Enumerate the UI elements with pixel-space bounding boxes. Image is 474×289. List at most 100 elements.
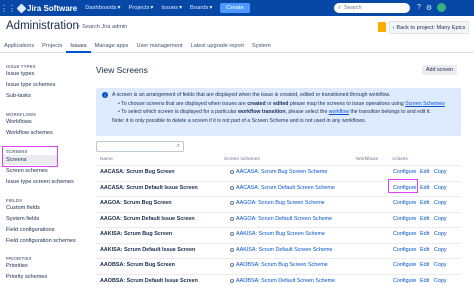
column-header-workflows: Workflows bbox=[356, 157, 379, 162]
nav-boards[interactable]: Boards ▾ bbox=[190, 5, 212, 11]
copy-link[interactable]: Copy bbox=[434, 169, 447, 175]
tab-issues[interactable]: Issues bbox=[66, 41, 91, 53]
sidebar-item-issue-types[interactable]: Issue types bbox=[6, 71, 34, 77]
app-grid-icon[interactable]: ⋮⋮ bbox=[0, 0, 16, 16]
configure-link[interactable]: Configure bbox=[393, 200, 416, 206]
edit-link[interactable]: Edit bbox=[420, 247, 429, 253]
edit-link[interactable]: Edit bbox=[420, 169, 429, 175]
configure-link[interactable]: Configure bbox=[393, 169, 416, 175]
help-icon[interactable]: ? bbox=[417, 4, 421, 11]
sidebar-item-system-fields[interactable]: System fields bbox=[6, 216, 39, 222]
sidebar-item-issue-type-schemes[interactable]: Issue type schemes bbox=[6, 82, 55, 88]
page-title: View Screens bbox=[96, 65, 148, 75]
screen-scheme-link[interactable]: AAOBSA: Scrum Bug Screen Scheme bbox=[230, 262, 328, 268]
screen-name: AAOBSA: Scrum Default Issue Screen bbox=[100, 277, 198, 284]
add-screen-button[interactable]: Add screen bbox=[422, 65, 457, 75]
tab-applications[interactable]: Applications bbox=[0, 41, 38, 53]
nav-issues[interactable]: Issues ▾ bbox=[161, 5, 182, 11]
filter-input[interactable]: ⌕ bbox=[96, 141, 184, 152]
configure-link[interactable]: Configure bbox=[393, 216, 416, 222]
configure-link[interactable]: Configure bbox=[393, 231, 416, 237]
avatar[interactable] bbox=[437, 3, 447, 12]
highlight-box-screens bbox=[2, 146, 58, 167]
screen-name: AACASA: Scrum Bug Screen bbox=[100, 169, 175, 175]
bullet-icon bbox=[230, 170, 234, 174]
bullet-icon bbox=[230, 216, 234, 221]
table-row: AAGOA: Scrum Bug Screen AAGOA: Scrum Bug … bbox=[96, 196, 461, 209]
sidebar-item-custom-fields[interactable]: Custom fields bbox=[6, 205, 40, 211]
edit-link[interactable]: Edit bbox=[420, 262, 429, 268]
sidebar-item-sub-tasks[interactable]: Sub-tasks bbox=[6, 93, 31, 99]
sidebar-heading-issue-types: ISSUE TYPES bbox=[6, 64, 36, 69]
bullet-icon bbox=[230, 278, 234, 283]
search-icon: ⌕ bbox=[176, 143, 180, 149]
edit-link[interactable]: Edit bbox=[420, 200, 429, 206]
create-button[interactable]: Create bbox=[220, 3, 250, 13]
table-row: AACASA: Scrum Bug Screen AACASA: Scrum Bu… bbox=[96, 165, 461, 178]
info-bullet-2: • To select which screen is displayed fo… bbox=[118, 109, 431, 115]
copy-link[interactable]: Copy bbox=[434, 262, 447, 268]
table-row: AAGOA: Scrum Default Issue Screen AAGOA: … bbox=[96, 211, 461, 225]
search-input[interactable]: ⌕ Search bbox=[334, 3, 410, 13]
search-icon: ⌕ bbox=[338, 4, 342, 11]
copy-link[interactable]: Copy bbox=[434, 247, 447, 253]
screen-name: AAKISA: Scrum Default Issue Screen bbox=[100, 246, 196, 253]
sidebar: ISSUE TYPES Issue types Issue type schem… bbox=[0, 55, 88, 289]
column-header-screen-schemes: Screen schemes bbox=[224, 157, 260, 162]
edit-link[interactable]: Edit bbox=[420, 185, 429, 191]
configure-link[interactable]: Configure bbox=[393, 262, 416, 268]
screen-scheme-link[interactable]: AAOBSA: Scrum Default Screen Scheme bbox=[230, 278, 335, 284]
topbar-icons: ? ⚙ bbox=[417, 3, 447, 12]
table-row: AAKISA: Scrum Bug Screen AAKISA: Scrum Bu… bbox=[96, 227, 461, 240]
admin-search-link[interactable]: ⌕ Search Jira admin bbox=[77, 24, 127, 31]
copy-link[interactable]: Copy bbox=[434, 231, 447, 237]
bullet-icon bbox=[230, 201, 234, 205]
jira-logo[interactable]: Jira Software bbox=[16, 3, 77, 13]
nav-dashboards[interactable]: Dashboards ▾ bbox=[85, 5, 120, 11]
chevron-down-icon: ▾ bbox=[150, 5, 154, 11]
screen-scheme-link[interactable]: AAGOA: Scrum Bug Screen Scheme bbox=[230, 200, 325, 206]
chevron-down-icon: ▾ bbox=[117, 5, 121, 11]
sidebar-item-screen-schemes[interactable]: Screen schemes bbox=[6, 168, 48, 174]
info-panel: i A screen is an arrangement of fields t… bbox=[96, 88, 461, 136]
tab-latest-upgrade-report[interactable]: Latest upgrade report bbox=[186, 41, 248, 53]
admin-tabs: Applications Projects Issues Manage apps… bbox=[0, 41, 474, 53]
tab-system[interactable]: System bbox=[248, 41, 275, 53]
sidebar-item-field-configurations[interactable]: Field configurations bbox=[6, 227, 55, 233]
sidebar-item-workflows[interactable]: Workflows bbox=[6, 119, 32, 125]
nav-projects[interactable]: Projects ▾ bbox=[128, 5, 153, 11]
screen-name: AAOBSA: Scrum Bug Screen bbox=[100, 262, 175, 268]
edit-link[interactable]: Edit bbox=[420, 278, 429, 284]
chevron-down-icon: ▾ bbox=[179, 5, 182, 11]
screen-scheme-link[interactable]: AAGOA: Scrum Default Screen Scheme bbox=[230, 216, 332, 222]
tab-projects[interactable]: Projects bbox=[38, 41, 66, 53]
info-note: Note: it is only possible to delete a sc… bbox=[112, 118, 367, 124]
configure-link[interactable]: Configure bbox=[393, 278, 416, 284]
configure-link[interactable]: Configure bbox=[393, 247, 416, 253]
tab-user-management[interactable]: User management bbox=[132, 41, 186, 53]
screen-scheme-link[interactable]: AAKISA: Scrum Default Screen Scheme bbox=[230, 247, 332, 253]
back-to-project-button[interactable]: ‹ Back to project: Many Epics bbox=[389, 21, 469, 34]
table-row: AAOBSA: Scrum Default Issue Screen AAOBSA… bbox=[96, 273, 461, 287]
sidebar-item-workflow-schemes[interactable]: Workflow schemes bbox=[6, 130, 53, 136]
workflow-link[interactable]: workflow bbox=[329, 109, 349, 115]
screen-scheme-link[interactable]: AACASA: Scrum Bug Screen Scheme bbox=[230, 169, 327, 175]
sidebar-item-priorities[interactable]: Priorities bbox=[6, 263, 28, 269]
edit-link[interactable]: Edit bbox=[420, 216, 429, 222]
settings-icon[interactable]: ⚙ bbox=[426, 4, 432, 12]
table-row: AAKISA: Scrum Default Issue Screen AAKISA… bbox=[96, 242, 461, 256]
notification-icon[interactable] bbox=[378, 22, 386, 32]
copy-link[interactable]: Copy bbox=[434, 278, 447, 284]
screen-scheme-link[interactable]: AAKISA: Scrum Bug Screen Scheme bbox=[230, 231, 325, 237]
copy-link[interactable]: Copy bbox=[434, 200, 447, 206]
sidebar-item-issue-type-screen-schemes[interactable]: Issue type screen schemes bbox=[6, 179, 74, 185]
copy-link[interactable]: Copy bbox=[434, 185, 447, 191]
sidebar-item-priority-schemes[interactable]: Priority schemes bbox=[6, 274, 47, 280]
screen-scheme-link[interactable]: AACASA: Scrum Default Screen Scheme bbox=[230, 185, 335, 191]
screen-schemes-link[interactable]: Screen Schemes bbox=[405, 101, 445, 107]
edit-link[interactable]: Edit bbox=[420, 231, 429, 237]
copy-link[interactable]: Copy bbox=[434, 216, 447, 222]
tab-manage-apps[interactable]: Manage apps bbox=[91, 41, 133, 53]
search-icon: ⌕ bbox=[77, 24, 81, 30]
sidebar-item-field-configuration-schemes[interactable]: Field configuration schemes bbox=[6, 238, 76, 244]
